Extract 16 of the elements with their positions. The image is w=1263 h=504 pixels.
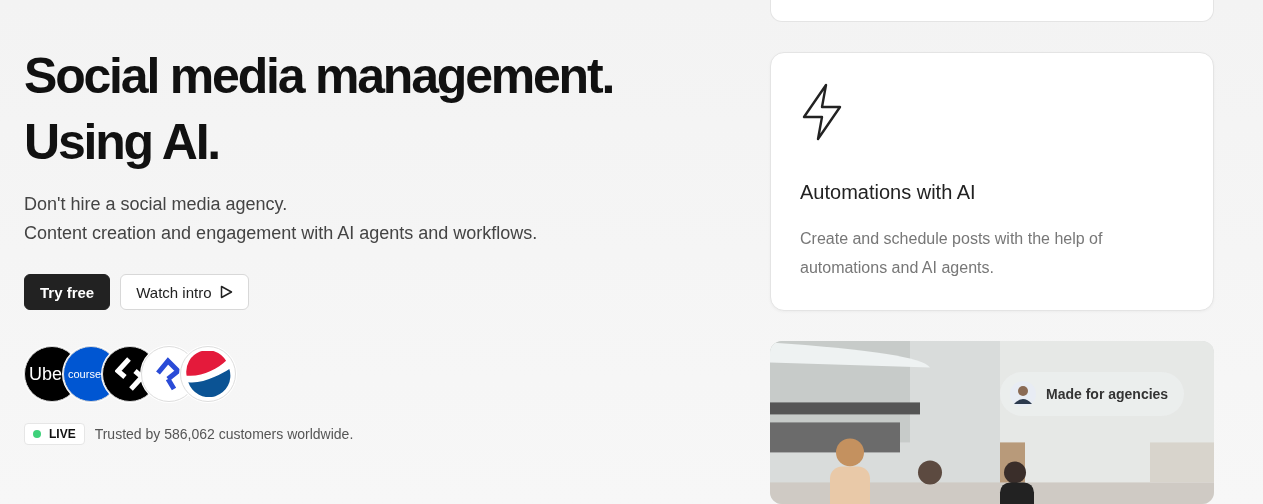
headline: Social media management. bbox=[24, 47, 615, 106]
subtitle: Don't hire a social media agency. bbox=[24, 193, 289, 216]
avatar-icon bbox=[1010, 381, 1036, 408]
card-title: Automations with AI bbox=[800, 181, 977, 205]
live-badge: LIVE bbox=[24, 423, 85, 445]
pill-label: Made for agencies bbox=[1046, 386, 1169, 403]
trust-text: Trusted by 586,062 customers worldwide. bbox=[94, 426, 354, 442]
card-description: Create and schedule posts with the help of automations and AI agents. bbox=[800, 229, 1104, 279]
logo-text: Ube bbox=[29, 363, 63, 385]
subtitle: Content creation and engagement with AI agents and workflows. bbox=[24, 222, 539, 245]
lightning-icon bbox=[800, 83, 844, 142]
play-icon bbox=[219, 285, 233, 299]
try-free-button[interactable]: Try free bbox=[24, 274, 111, 310]
headline: Using AI. bbox=[24, 113, 221, 172]
logo-text: course bbox=[68, 368, 102, 380]
watch-intro-button[interactable]: Watch intro bbox=[120, 274, 249, 310]
